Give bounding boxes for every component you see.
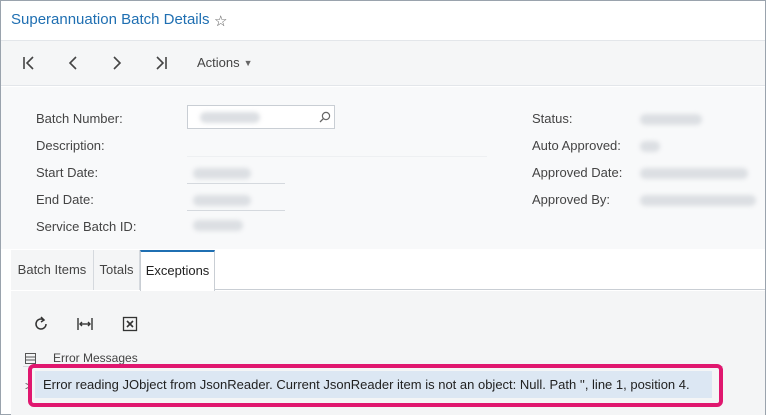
tab-totals[interactable]: Totals: [94, 250, 140, 290]
last-record-button[interactable]: [149, 52, 173, 74]
caret-down-icon: ▼: [243, 58, 253, 68]
excel-export-icon: [122, 316, 138, 332]
window-frame: Superannuation Batch Details ☆ Actions ▼…: [0, 0, 766, 415]
batch-number-label: Batch Number:: [36, 111, 123, 126]
redacted-value: [193, 195, 251, 206]
redacted-value: [640, 168, 748, 179]
start-date-label: Start Date:: [36, 165, 99, 180]
redacted-value: [640, 195, 756, 206]
actions-menu-button[interactable]: Actions ▼: [197, 55, 253, 70]
excel-export-button[interactable]: [121, 315, 143, 335]
tab-label: Exceptions: [145, 263, 210, 278]
field-underline: [187, 183, 285, 184]
title-bar: Superannuation Batch Details ☆: [1, 1, 765, 41]
redacted-value: [200, 112, 260, 123]
end-date-field[interactable]: [187, 189, 285, 211]
approved-date-field: [634, 162, 754, 184]
auto-approved-label: Auto Approved:: [532, 138, 621, 153]
end-date-label: End Date:: [36, 192, 94, 207]
batch-form: Batch Number: Description: Start Date: E…: [1, 87, 765, 249]
tab-exceptions[interactable]: Exceptions: [140, 250, 215, 291]
redacted-value: [640, 141, 660, 152]
field-underline: [187, 156, 487, 157]
previous-record-icon: [68, 56, 77, 70]
start-date-field[interactable]: [187, 162, 285, 184]
redacted-value: [193, 220, 243, 231]
highlight-annotation: [28, 364, 723, 407]
description-field[interactable]: [187, 135, 487, 157]
status-label: Status:: [532, 111, 573, 126]
fit-to-width-icon: [77, 318, 93, 330]
redacted-value: [193, 168, 251, 179]
service-batch-id-label: Service Batch ID:: [36, 219, 137, 234]
fit-to-width-button[interactable]: [76, 315, 98, 335]
search-icon[interactable]: [319, 111, 331, 123]
approved-date-label: Approved Date:: [532, 165, 623, 180]
tab-batch-items[interactable]: Batch Items: [11, 250, 94, 290]
tab-label: Totals: [99, 262, 134, 277]
next-record-icon: [113, 56, 122, 70]
column-config-icon[interactable]: [25, 353, 36, 364]
status-field: [634, 108, 754, 130]
service-batch-id-field[interactable]: [187, 214, 251, 236]
field-underline: [187, 210, 285, 211]
tab-strip: Batch Items Totals Exceptions: [11, 250, 765, 291]
auto-approved-field: [634, 135, 754, 157]
last-record-icon: [156, 56, 167, 70]
column-header-error-messages[interactable]: Error Messages: [53, 351, 138, 365]
batch-number-field[interactable]: [187, 105, 335, 129]
approved-by-field: [634, 189, 760, 211]
page-title: Superannuation Batch Details: [11, 11, 210, 28]
refresh-icon: [35, 316, 47, 330]
previous-record-button[interactable]: [61, 52, 85, 74]
next-record-button[interactable]: [105, 52, 129, 74]
first-record-icon: [23, 56, 34, 70]
toolbar: Actions ▼: [1, 41, 765, 86]
approved-by-label: Approved By:: [532, 192, 611, 207]
tab-label: Batch Items: [17, 262, 87, 277]
first-record-button[interactable]: [17, 52, 41, 74]
description-label: Description:: [36, 138, 105, 153]
refresh-button[interactable]: [32, 315, 54, 335]
actions-label: Actions: [197, 55, 240, 70]
redacted-value: [640, 114, 702, 125]
star-outline-icon[interactable]: ☆: [214, 12, 227, 30]
